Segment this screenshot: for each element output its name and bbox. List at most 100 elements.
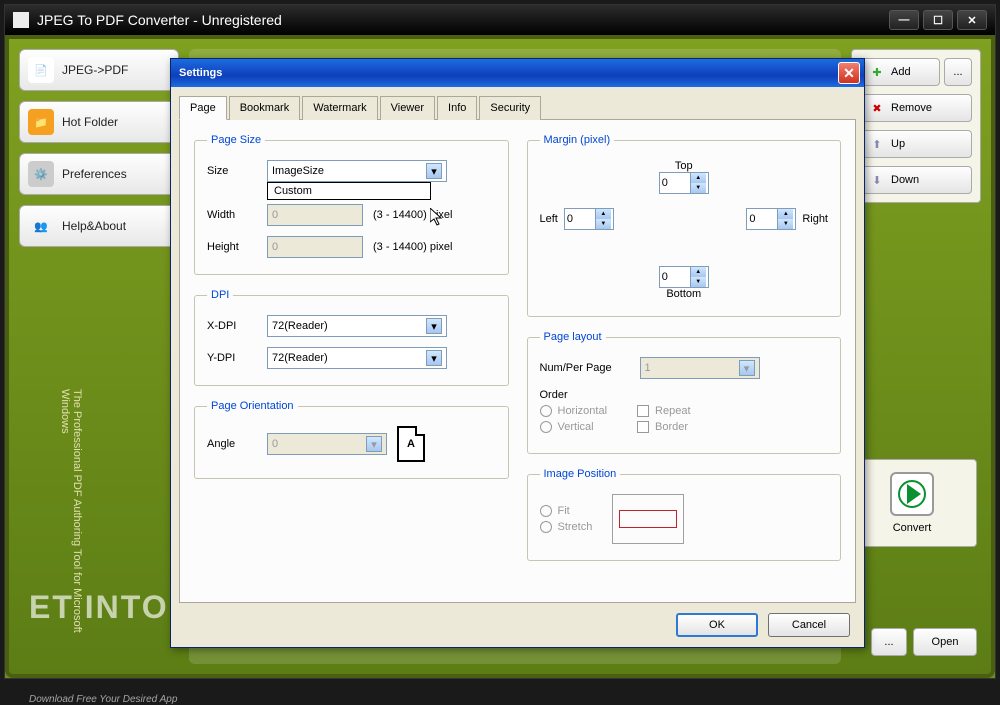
image-position-group: Image Position Fit Stretch — [527, 468, 842, 561]
tab-info[interactable]: Info — [437, 96, 477, 120]
checkbox-icon — [637, 421, 649, 433]
bottom-label: Bottom — [659, 288, 709, 300]
spin-up-icon[interactable]: ▲ — [691, 267, 706, 277]
image-position-preview — [612, 494, 684, 544]
tab-content: Page Size Size ImageSize ▾ Custom Width — [179, 120, 856, 603]
radio-stretch[interactable]: Stretch — [540, 521, 593, 533]
radio-vertical[interactable]: Vertical — [540, 421, 608, 433]
cursor-icon — [430, 208, 446, 228]
tab-viewer[interactable]: Viewer — [380, 96, 435, 120]
left-label: Left — [540, 213, 558, 225]
spin-up-icon[interactable]: ▲ — [691, 173, 706, 183]
combo-value: ImageSize — [272, 165, 324, 177]
dropdown-option-custom[interactable]: Custom — [268, 183, 430, 199]
right-sidebar: ✚ Add ... ✖ Remove ⬆ Up ⬇ Down — [851, 49, 981, 203]
convert-button[interactable] — [890, 472, 934, 516]
chevron-down-icon: ▾ — [426, 318, 442, 334]
ok-button[interactable]: OK — [676, 613, 758, 637]
chevron-down-icon: ▾ — [426, 163, 442, 179]
order-label: Order — [540, 389, 829, 401]
checkbox-border[interactable]: Border — [637, 421, 690, 433]
page-size-group: Page Size Size ImageSize ▾ Custom Width — [194, 134, 509, 275]
checkbox-icon — [637, 405, 649, 417]
num-combo[interactable]: 1 ▾ — [640, 357, 760, 379]
legend: Page Orientation — [207, 400, 298, 412]
spin-down-icon[interactable]: ▼ — [691, 183, 706, 193]
gear-icon: ⚙️ — [28, 161, 54, 187]
tab-bookmark[interactable]: Bookmark — [229, 96, 301, 120]
sidebar-item-help-about[interactable]: 👥 Help&About — [19, 205, 179, 247]
convert-panel: Convert — [847, 459, 977, 547]
margin-top-input[interactable]: ▲▼ — [659, 172, 709, 194]
checkbox-repeat[interactable]: Repeat — [637, 405, 690, 417]
spin-up-icon[interactable]: ▲ — [596, 209, 611, 219]
ydpi-combo[interactable]: 72(Reader) ▾ — [267, 347, 447, 369]
titlebar: JPEG To PDF Converter - Unregistered — ☐… — [5, 5, 995, 35]
combo-value: 72(Reader) — [272, 320, 328, 332]
legend: Page Size — [207, 134, 265, 146]
size-combo[interactable]: ImageSize ▾ — [267, 160, 447, 182]
add-button[interactable]: ✚ Add — [860, 58, 940, 86]
legend: Margin (pixel) — [540, 134, 615, 146]
arrow-down-icon: ⬇ — [869, 172, 885, 188]
close-button[interactable]: ✕ — [957, 10, 987, 30]
app-icon — [13, 12, 29, 28]
page-orientation-icon: A — [397, 426, 425, 462]
margin-group: Margin (pixel) Top ▲▼ Left ▲▼ ▲▼ Right — [527, 134, 842, 317]
angle-combo[interactable]: 0 ▾ — [267, 433, 387, 455]
chevron-down-icon: ▾ — [739, 360, 755, 376]
folder-icon: 📁 — [28, 109, 54, 135]
width-input[interactable] — [267, 204, 363, 226]
vertical-tagline: The Professional PDF Authoring Tool for … — [59, 389, 83, 674]
cancel-button[interactable]: Cancel — [768, 613, 850, 637]
spin-down-icon[interactable]: ▼ — [691, 277, 706, 287]
height-input[interactable] — [267, 236, 363, 258]
sidebar-item-label: Help&About — [62, 219, 126, 233]
margin-bottom-input[interactable]: ▲▼ — [659, 266, 709, 288]
down-button[interactable]: ⬇ Down — [860, 166, 972, 194]
watermark-subtext: Download Free Your Desired App — [29, 694, 177, 705]
height-label: Height — [207, 241, 257, 253]
minimize-button[interactable]: — — [889, 10, 919, 30]
margin-left-input[interactable]: ▲▼ — [564, 208, 614, 230]
remove-button[interactable]: ✖ Remove — [860, 94, 972, 122]
radio-icon — [540, 505, 552, 517]
xdpi-label: X-DPI — [207, 320, 257, 332]
maximize-button[interactable]: ☐ — [923, 10, 953, 30]
ydpi-label: Y-DPI — [207, 352, 257, 364]
dialog-buttons: OK Cancel — [179, 603, 856, 639]
combo-value: 1 — [645, 362, 651, 374]
width-label: Width — [207, 209, 257, 221]
button-label: Remove — [891, 102, 932, 114]
radio-fit[interactable]: Fit — [540, 505, 593, 517]
open-button[interactable]: Open — [913, 628, 977, 656]
tab-page[interactable]: Page — [179, 96, 227, 120]
add-more-button[interactable]: ... — [944, 58, 972, 86]
sidebar-item-preferences[interactable]: ⚙️ Preferences — [19, 153, 179, 195]
margin-right-input[interactable]: ▲▼ — [746, 208, 796, 230]
radio-horizontal[interactable]: Horizontal — [540, 405, 608, 417]
xdpi-combo[interactable]: 72(Reader) ▾ — [267, 315, 447, 337]
radio-icon — [540, 405, 552, 417]
button-label: Add — [891, 66, 911, 78]
arrow-up-icon: ⬆ — [869, 136, 885, 152]
spin-down-icon[interactable]: ▼ — [596, 219, 611, 229]
x-icon: ✖ — [869, 100, 885, 116]
spin-up-icon[interactable]: ▲ — [778, 209, 793, 219]
browse-button[interactable]: ... — [871, 628, 907, 656]
height-hint: (3 - 14400) pixel — [373, 241, 453, 253]
convert-label: Convert — [893, 522, 932, 534]
dialog-close-button[interactable]: ✕ — [838, 62, 860, 84]
sidebar-item-hot-folder[interactable]: 📁 Hot Folder — [19, 101, 179, 143]
tab-watermark[interactable]: Watermark — [302, 96, 377, 120]
button-label: Down — [891, 174, 919, 186]
up-button[interactable]: ⬆ Up — [860, 130, 972, 158]
tab-security[interactable]: Security — [479, 96, 541, 120]
page-layout-group: Page layout Num/Per Page 1 ▾ Order Horiz… — [527, 331, 842, 454]
sidebar-item-label: JPEG->PDF — [62, 63, 128, 77]
dialog-titlebar[interactable]: Settings ✕ — [171, 59, 864, 87]
sidebar-item-jpeg-pdf[interactable]: 📄 JPEG->PDF — [19, 49, 179, 91]
play-icon — [898, 480, 926, 508]
spin-down-icon[interactable]: ▼ — [778, 219, 793, 229]
num-label: Num/Per Page — [540, 362, 630, 374]
